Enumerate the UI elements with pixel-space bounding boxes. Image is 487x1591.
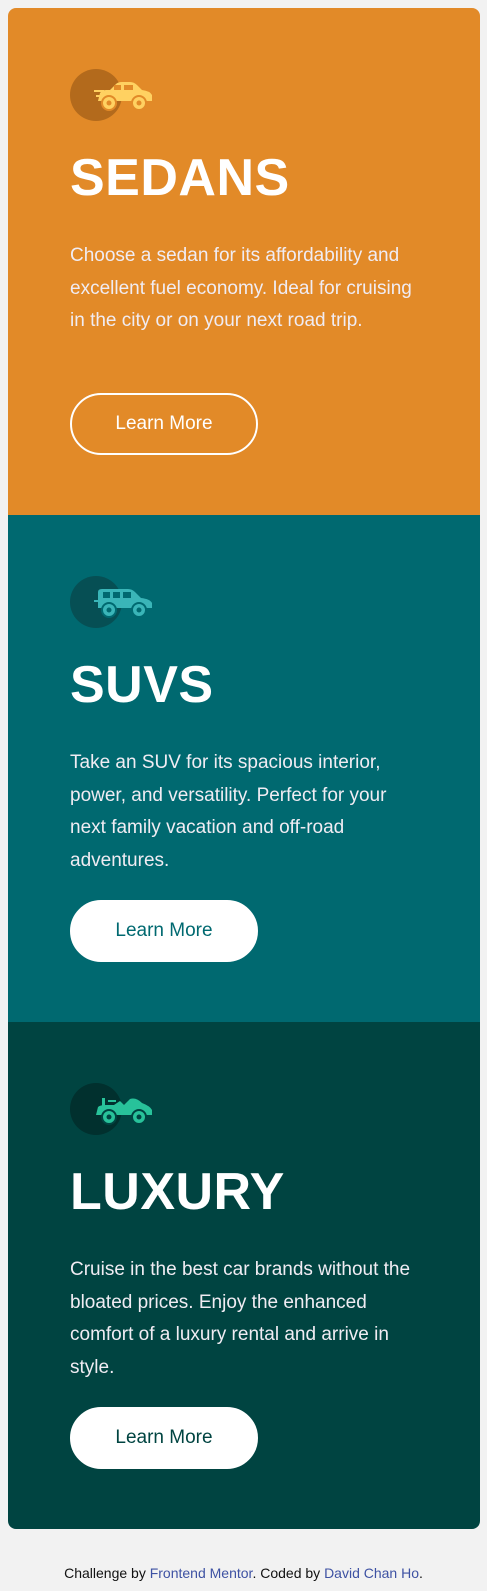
- luxury-card: LUXURY Cruise in the best car brands wit…: [8, 1022, 480, 1529]
- car-cards: SEDANS Choose a sedan for its affordabil…: [8, 8, 480, 1529]
- attribution-prefix: Challenge by: [64, 1565, 150, 1581]
- learn-more-button[interactable]: Learn More: [70, 1407, 258, 1469]
- attribution-middle: . Coded by: [252, 1565, 325, 1581]
- luxury-car-icon: [70, 1083, 154, 1135]
- attribution: Challenge by Frontend Mentor. Coded by D…: [0, 1565, 487, 1581]
- learn-more-button[interactable]: Learn More: [70, 900, 258, 962]
- card-title: SUVS: [70, 656, 214, 714]
- attribution-suffix: .: [419, 1565, 423, 1581]
- author-link[interactable]: David Chan Ho: [324, 1565, 419, 1581]
- card-title: SEDANS: [70, 149, 290, 207]
- car-icon-graphic: [94, 589, 152, 618]
- card-description: Take an SUV for its spacious interior, p…: [70, 752, 387, 871]
- suvs-card: SUVS Take an SUV for its spacious interi…: [8, 515, 480, 1022]
- card-title: LUXURY: [70, 1163, 285, 1221]
- card-description: Choose a sedan for its affordability and…: [70, 245, 412, 331]
- car-icon-graphic: [94, 82, 152, 111]
- sedan-car-icon: [70, 69, 154, 121]
- sedans-card: SEDANS Choose a sedan for its affordabil…: [8, 8, 480, 515]
- frontend-mentor-link[interactable]: Frontend Mentor: [150, 1565, 253, 1581]
- suv-car-icon: [70, 576, 154, 628]
- learn-more-button[interactable]: Learn More: [70, 393, 258, 455]
- car-icon-graphic: [96, 1098, 152, 1125]
- card-description: Cruise in the best car brands without th…: [70, 1259, 411, 1378]
